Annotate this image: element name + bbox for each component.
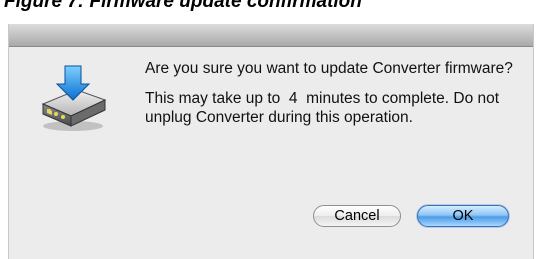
figure-caption: Figure 7: Firmware update confirmation [4,0,362,12]
confirmation-question: Are you sure you want to update Converte… [145,60,513,77]
dialog-message: Are you sure you want to update Converte… [145,59,515,127]
dialog-titlebar[interactable] [9,24,533,47]
cancel-button[interactable]: Cancel [313,205,401,227]
converter-device-download-icon [35,60,111,136]
warning-text: This may take up to 4 minutes to complet… [145,90,504,126]
ok-button[interactable]: OK [417,205,509,227]
confirmation-dialog: Are you sure you want to update Converte… [8,24,534,259]
